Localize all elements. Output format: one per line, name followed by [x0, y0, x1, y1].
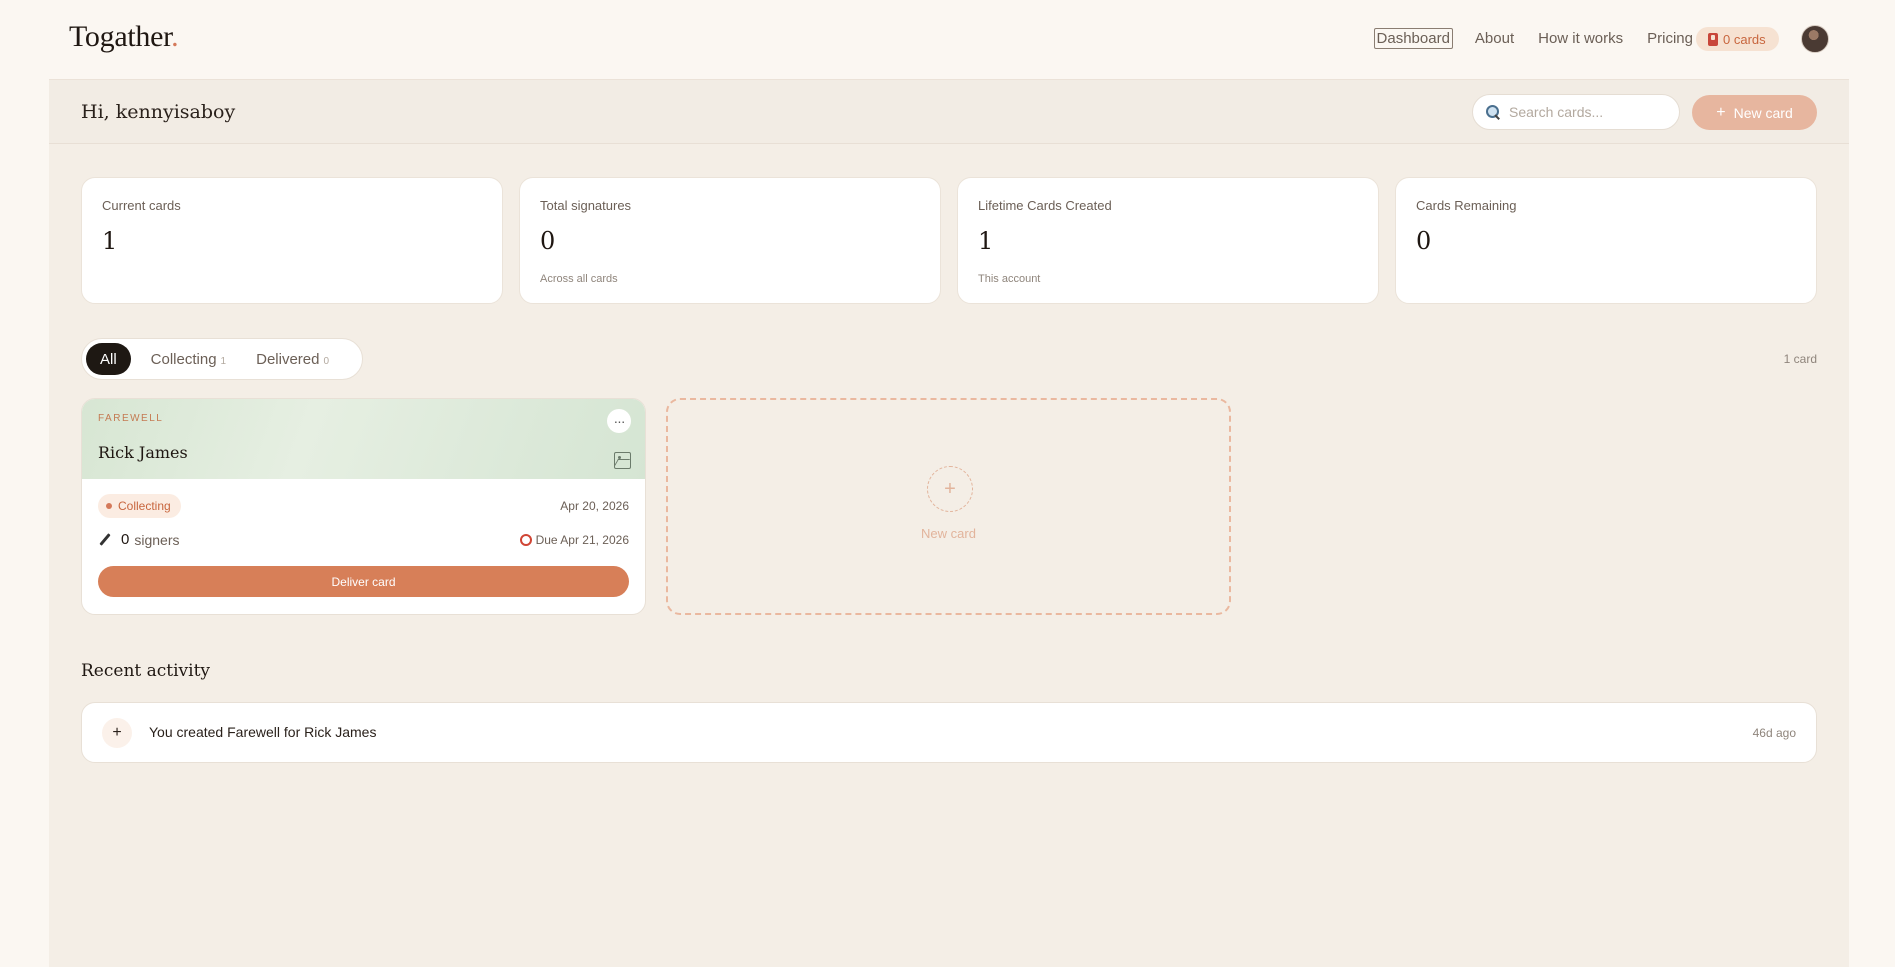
cards-balance-label: 0 cards: [1723, 31, 1766, 47]
recent-activity-title: Recent activity: [81, 661, 211, 681]
nav-about[interactable]: About: [1473, 29, 1516, 48]
status-label: Collecting: [118, 499, 171, 513]
status-dot: [106, 503, 112, 509]
nav-how-it-works[interactable]: How it works: [1536, 29, 1625, 48]
tab-delivered-count: 0: [323, 355, 330, 367]
stat-value: 1: [102, 227, 118, 255]
stat-label: Cards Remaining: [1416, 198, 1517, 213]
tab-delivered[interactable]: Delivered 0: [256, 351, 329, 368]
plus-icon: +: [102, 718, 132, 748]
stat-lifetime-cards: Lifetime Cards Created 1 This account: [957, 177, 1379, 304]
tab-collecting-count: 1: [220, 355, 227, 367]
brand-name: Togather: [69, 20, 172, 53]
card-count: 1 card: [1783, 352, 1817, 366]
alarm-clock-icon: [519, 534, 532, 546]
dashboard-panel: Hi, kennyisaboy + New card Current cards…: [49, 79, 1849, 967]
stat-current-cards: Current cards 1: [81, 177, 503, 304]
nav-dashboard[interactable]: Dashboard: [1373, 28, 1453, 49]
plus-icon: +: [1716, 103, 1726, 121]
new-card-placeholder-label: New card: [921, 526, 976, 541]
card-title: Rick James: [98, 443, 188, 462]
pen-icon: [99, 533, 111, 546]
stat-label: Total signatures: [540, 198, 632, 213]
stat-cards-remaining: Cards Remaining 0: [1395, 177, 1817, 304]
stat-value: 0: [540, 227, 556, 255]
card-cover: FAREWELL Rick James ···: [82, 399, 645, 479]
stat-label: Lifetime Cards Created: [978, 198, 1112, 213]
greeting: Hi, kennyisaboy: [81, 101, 236, 123]
activity-item: + You created Farewell for Rick James 46…: [81, 702, 1817, 763]
cards-balance-pill[interactable]: 0 cards: [1696, 27, 1779, 51]
signers-label: signers: [134, 531, 180, 548]
brand-logo[interactable]: Togather.: [69, 20, 179, 54]
tab-collecting-label: Collecting: [150, 350, 217, 368]
activity-text: You created Farewell for Rick James: [149, 724, 377, 740]
panel-header: Hi, kennyisaboy + New card: [49, 80, 1849, 144]
stat-sub: This account: [978, 273, 1041, 285]
activity-time: 46d ago: [1752, 726, 1796, 740]
new-card-placeholder[interactable]: + New card: [666, 398, 1231, 615]
signers-count: 0: [121, 531, 130, 548]
due-date-label: Due Apr 21, 2026: [535, 533, 629, 547]
search-box[interactable]: [1472, 94, 1680, 130]
stat-value: 1: [978, 227, 994, 255]
stat-value: 0: [1416, 227, 1432, 255]
new-card-button-label: New card: [1733, 104, 1793, 121]
search-input[interactable]: [1509, 104, 1669, 120]
search-icon: [1485, 104, 1501, 120]
top-nav: Togather. Dashboard About How it works P…: [0, 0, 1895, 79]
status-badge: Collecting: [98, 494, 181, 518]
tab-collecting[interactable]: Collecting 1: [151, 351, 226, 368]
plus-icon: +: [927, 466, 973, 512]
card-date: Apr 20, 2026: [560, 499, 629, 513]
deliver-card-button[interactable]: Deliver card: [98, 566, 629, 597]
card-item[interactable]: FAREWELL Rick James ··· Collecting Apr 2…: [81, 398, 646, 615]
stat-sub: Across all cards: [540, 273, 618, 285]
filter-tabs: All Collecting 1 Delivered 0: [81, 338, 363, 380]
stat-label: Current cards: [102, 198, 181, 213]
tab-delivered-label: Delivered: [256, 350, 320, 368]
stat-total-signatures: Total signatures 0 Across all cards: [519, 177, 941, 304]
nav-pricing[interactable]: Pricing: [1645, 29, 1695, 48]
more-options-icon[interactable]: ···: [607, 409, 631, 433]
signers-info: 0 signers: [98, 531, 179, 548]
card-category: FAREWELL: [98, 413, 164, 424]
brand-dot: .: [171, 20, 179, 53]
nav-links: Dashboard About How it works Pricing: [1354, 28, 1695, 49]
new-card-button[interactable]: + New card: [1692, 95, 1817, 130]
tab-all[interactable]: All: [86, 343, 131, 375]
avatar[interactable]: [1801, 25, 1829, 53]
due-date: Due Apr 21, 2026: [519, 533, 629, 547]
image-icon[interactable]: [614, 452, 631, 469]
card-icon: [1708, 32, 1718, 46]
